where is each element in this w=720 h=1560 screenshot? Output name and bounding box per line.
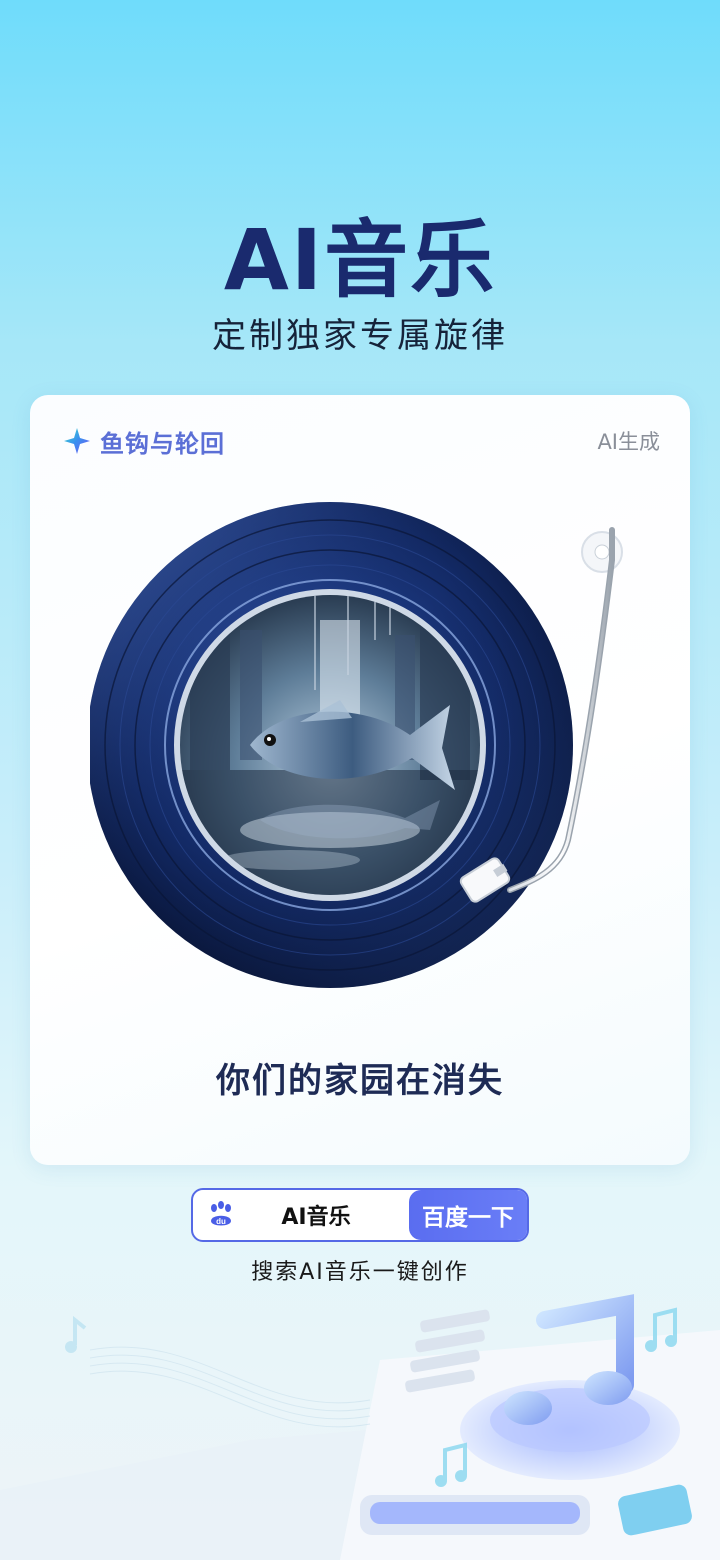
sparkle-icon: [64, 428, 90, 454]
page-title: AI音乐: [223, 211, 497, 309]
song-title: 鱼钩与轮回: [100, 429, 225, 458]
ai-generated-tag: AI生成: [597, 430, 660, 454]
vinyl-record-graphic: [87, 502, 623, 988]
vinyl-player[interactable]: [87, 500, 650, 1000]
search-input[interactable]: du AI音乐: [193, 1190, 409, 1240]
bottom-decoration: [0, 1294, 720, 1560]
search-bar[interactable]: du AI音乐 百度一下: [191, 1188, 529, 1242]
search-hint: 搜索AI音乐一键创作: [251, 1260, 469, 1285]
card-header: 鱼钩与轮回 AI生成: [62, 421, 660, 461]
search-query-text: AI音乐: [281, 1205, 351, 1230]
song-title-group: 鱼钩与轮回: [62, 424, 225, 459]
search-button[interactable]: 百度一下: [409, 1190, 527, 1240]
song-card[interactable]: 鱼钩与轮回 AI生成 你们的家园在消失: [30, 395, 690, 1165]
page-subtitle: 定制独家专属旋律: [212, 316, 508, 356]
lyric-line: 你们的家园在消失: [216, 1061, 504, 1101]
